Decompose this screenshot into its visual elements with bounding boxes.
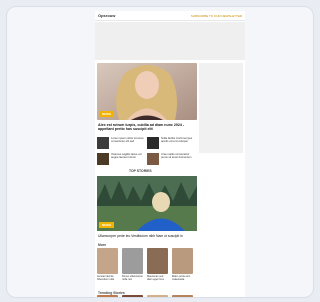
story-row bbox=[97, 295, 245, 297]
story-card-caption: Donec ullamcorper nulla non bbox=[122, 275, 143, 281]
featured-headline[interactable]: Alex est rutrum turpis, cubilia ad diam … bbox=[98, 123, 196, 131]
story-card-image bbox=[97, 248, 118, 274]
story-card[interactable]: Donec ullamcorper nulla non bbox=[122, 248, 143, 281]
story-card[interactable]: Etiam porta sem malesuada bbox=[172, 248, 193, 281]
site-logo[interactable]: Opsrouw bbox=[98, 13, 115, 18]
ad-banner-placeholder bbox=[95, 22, 245, 60]
second-feature-headline[interactable]: Ullamcorper pede leo Vestibulum nibh Nam… bbox=[98, 234, 196, 238]
mini-story-thumb bbox=[147, 137, 159, 149]
mini-story-thumb bbox=[97, 137, 109, 149]
mini-story-text: Lorem ipsum dolor sit amet, consectetur … bbox=[111, 137, 145, 143]
mini-story-text: Vivamus sagittis lacus vel augue laoreet… bbox=[111, 153, 142, 159]
story-row: Aenean lacinia bibendum nulla Donec ulla… bbox=[97, 248, 245, 281]
subscribe-link[interactable]: SUBSCRIBE TO OUR NEWSLETTER bbox=[191, 14, 242, 18]
story-card-image bbox=[97, 295, 118, 297]
story-card[interactable] bbox=[147, 295, 168, 297]
story-card-image bbox=[122, 295, 143, 297]
site-header: Opsrouw SUBSCRIBE TO OUR NEWSLETTER bbox=[95, 11, 245, 21]
story-card-image bbox=[147, 295, 168, 297]
section-title: More bbox=[98, 243, 107, 247]
story-card-image bbox=[172, 295, 193, 297]
mini-story-thumb bbox=[147, 153, 159, 165]
featured-image[interactable]: NEWS bbox=[97, 63, 197, 120]
story-card[interactable] bbox=[172, 295, 193, 297]
section-title: TOP STORIES bbox=[129, 169, 152, 173]
mini-story-text: Nulla facilisi morbi tempus iaculis urna… bbox=[161, 137, 193, 143]
web-page[interactable]: Opsrouw SUBSCRIBE TO OUR NEWSLETTER NEWS bbox=[95, 11, 245, 297]
story-card-caption: Maecenas sed diam eget risus bbox=[147, 275, 164, 281]
sidebar-ad-placeholder bbox=[199, 63, 243, 153]
story-card[interactable] bbox=[122, 295, 143, 297]
story-card[interactable] bbox=[97, 295, 118, 297]
story-card-image bbox=[147, 248, 168, 274]
mini-story[interactable]: Nulla facilisi morbi tempus iaculis urna… bbox=[147, 137, 195, 149]
story-card-image bbox=[172, 248, 193, 274]
category-tag[interactable]: NEWS bbox=[99, 111, 114, 117]
mini-story-text: Cras mattis consectetur purus sit amet f… bbox=[161, 153, 192, 159]
mini-story[interactable]: Vivamus sagittis lacus vel augue laoreet… bbox=[97, 153, 145, 165]
story-card[interactable]: Maecenas sed diam eget risus bbox=[147, 248, 168, 281]
story-card-image bbox=[122, 248, 143, 274]
preview-card: Opsrouw SUBSCRIBE TO OUR NEWSLETTER NEWS bbox=[6, 6, 314, 298]
mini-story[interactable]: Lorem ipsum dolor sit amet, consectetur … bbox=[97, 137, 145, 149]
story-card-caption: Aenean lacinia bibendum nulla bbox=[97, 275, 114, 281]
category-tag[interactable]: NEWS bbox=[99, 222, 114, 228]
mini-story-thumb bbox=[97, 153, 109, 165]
story-card-caption: Etiam porta sem malesuada bbox=[172, 275, 191, 281]
mini-story[interactable]: Cras mattis consectetur purus sit amet f… bbox=[147, 153, 195, 165]
story-card[interactable]: Aenean lacinia bibendum nulla bbox=[97, 248, 118, 281]
second-feature-image[interactable]: NEWS bbox=[97, 176, 197, 231]
